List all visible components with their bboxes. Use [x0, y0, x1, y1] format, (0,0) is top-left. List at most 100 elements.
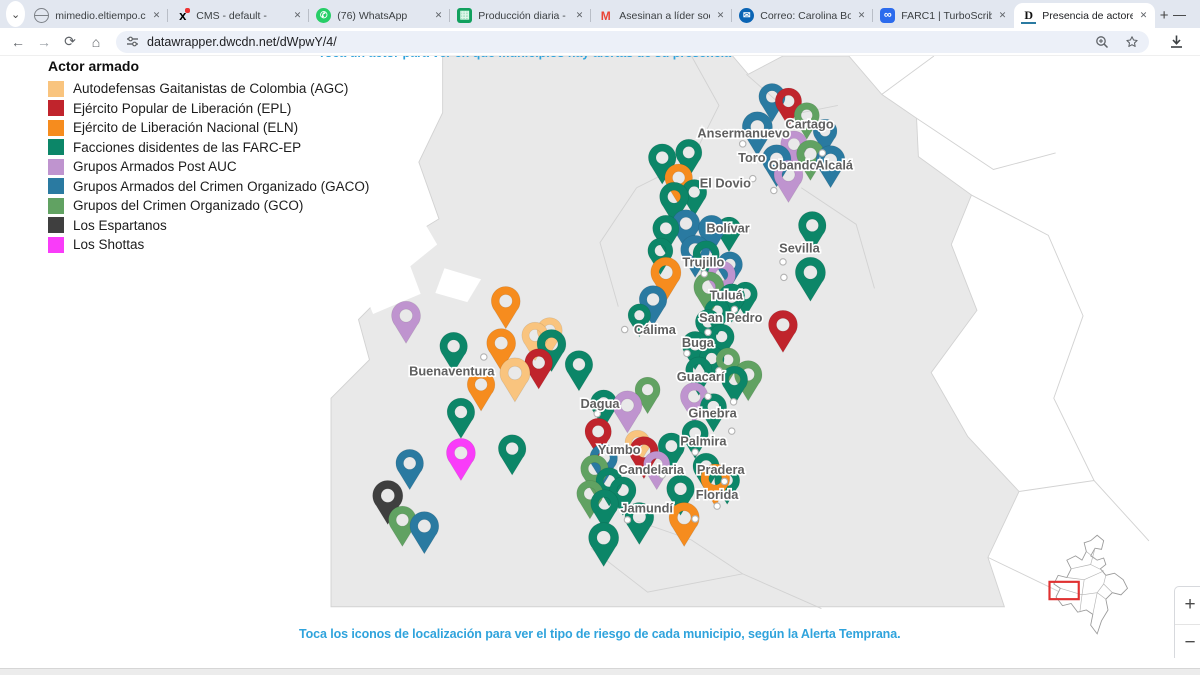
legend-label: Facciones disidentes de las FARC-EP	[73, 140, 301, 155]
site-info-icon[interactable]	[126, 35, 139, 48]
legend-item-farc[interactable]: Facciones disidentes de las FARC-EP	[48, 138, 369, 158]
municipality-dot	[622, 326, 628, 332]
browser-toolbar: ← → ⟳ ⌂ datawrapper.dwcdn.net/dWpwY/4/	[0, 28, 1200, 56]
municipality-dot	[624, 517, 630, 523]
legend-swatch	[48, 178, 64, 194]
download-icon[interactable]	[1169, 34, 1184, 49]
turboscribe-favicon-icon: ∞	[880, 8, 895, 23]
xlogo-favicon-icon: x	[175, 8, 190, 23]
page-bottom-bar	[0, 668, 1200, 675]
new-tab-button[interactable]: +	[1155, 3, 1173, 27]
municipality-label: Dagua	[580, 396, 620, 411]
legend-swatch	[48, 159, 64, 175]
legend-swatch	[48, 237, 64, 253]
tab-title: FARC1 | TurboScribe	[901, 10, 991, 22]
municipality-label: Alcalá	[815, 157, 854, 172]
browser-tab[interactable]: ✉Correo: Carolina Bohorqu✕	[732, 3, 873, 28]
municipality-dot	[819, 150, 825, 156]
legend-label: Los Espartanos	[73, 218, 167, 233]
municipality-label: Buenaventura	[409, 363, 495, 378]
municipality-label: Bolívar	[706, 221, 749, 236]
tab-close-icon[interactable]: ✕	[716, 9, 726, 22]
municipality-label: Buga	[682, 335, 715, 350]
municipality-label: Toro	[738, 150, 766, 165]
municipality-dot	[781, 274, 787, 280]
legend-label: Ejército Popular de Liberación (EPL)	[73, 101, 291, 116]
municipality-dot	[701, 271, 707, 277]
legend-label: Grupos Armados del Crimen Organizado (GA…	[73, 179, 369, 194]
legend-item-esp[interactable]: Los Espartanos	[48, 216, 369, 236]
colombia-outline	[1054, 535, 1128, 634]
zoom-out-button[interactable]: −	[1175, 624, 1200, 659]
tab-close-icon[interactable]: ✕	[857, 9, 867, 22]
municipality-dot	[740, 141, 746, 147]
tab-title: Correo: Carolina Bohorqu	[760, 10, 850, 22]
legend-item-eln[interactable]: Ejército de Liberación Nacional (ELN)	[48, 118, 369, 138]
browser-tab[interactable]: ∞ FARC1 | TurboScribe ✕	[873, 3, 1014, 28]
home-button[interactable]: ⌂	[84, 30, 108, 54]
legend-item-gco[interactable]: Grupos del Crimen Organizado (GCO)	[48, 196, 369, 216]
legend-label: Ejército de Liberación Nacional (ELN)	[73, 120, 298, 135]
top-annotation: Toca un actor para ver en qué municipios…	[318, 56, 731, 60]
municipality-dot	[730, 399, 736, 405]
map-zoom-control: + −	[1174, 586, 1200, 658]
legend-item-gaco[interactable]: Grupos Armados del Crimen Organizado (GA…	[48, 177, 369, 197]
tab-title: mimedio.eltiempo.com.co	[55, 10, 145, 22]
legend-item-agc[interactable]: Autodefensas Gaitanistas de Colombia (AG…	[48, 79, 369, 99]
datawrapper-favicon-icon: D	[1021, 7, 1036, 24]
tab-close-icon[interactable]: ✕	[575, 9, 585, 22]
municipality-label: Florida	[696, 487, 740, 502]
tab-title: (76) WhatsApp	[337, 10, 427, 22]
legend-label: Autodefensas Gaitanistas de Colombia (AG…	[73, 81, 348, 96]
municipality-dot	[714, 503, 720, 509]
legend-label: Los Shottas	[73, 237, 144, 252]
bookmark-star-icon[interactable]	[1125, 35, 1139, 49]
browser-tab[interactable]: ▦ Producción diaria - Hojas ✕	[450, 3, 591, 28]
reload-button[interactable]: ⟳	[58, 30, 82, 54]
municipality-label: Obando	[769, 157, 818, 172]
browser-tab[interactable]: xCMS - default -✕	[168, 3, 309, 28]
tab-close-icon[interactable]: ✕	[434, 9, 444, 22]
globe-favicon-icon	[34, 8, 49, 23]
tab-close-icon[interactable]: ✕	[152, 9, 162, 22]
municipality-dot	[771, 187, 777, 193]
zoom-in-button[interactable]: +	[1175, 587, 1200, 624]
tab-title: Producción diaria - Hojas	[478, 10, 568, 22]
municipality-label: Candelaria	[619, 462, 685, 477]
legend-item-epl[interactable]: Ejército Popular de Liberación (EPL)	[48, 99, 369, 119]
browser-tab-strip: ⌄ mimedio.eltiempo.com.co✕xCMS - default…	[0, 0, 1200, 28]
legend-item-pauc[interactable]: Grupos Armados Post AUC	[48, 157, 369, 177]
municipality-label: Trujillo	[682, 254, 724, 269]
bottom-annotation: Toca los iconos de localización para ver…	[299, 627, 900, 641]
back-button[interactable]: ←	[6, 30, 30, 54]
legend-swatch	[48, 217, 64, 233]
tab-title: Asesinan a líder social en	[619, 10, 709, 22]
legend: Actor armado Autodefensas Gaitanistas de…	[48, 58, 369, 255]
browser-tab[interactable]: mimedio.eltiempo.com.co ✕	[27, 3, 168, 28]
browser-tab[interactable]: ✆(76) WhatsApp✕	[309, 3, 450, 28]
legend-swatch	[48, 198, 64, 214]
tab-close-icon[interactable]: ✕	[1139, 9, 1149, 22]
browser-tab[interactable]: MAsesinan a líder social en✕	[591, 3, 732, 28]
legend-swatch	[48, 100, 64, 116]
municipality-label: Ginebra	[688, 405, 737, 420]
municipality-dot	[780, 259, 786, 265]
municipality-label: Guacarí	[677, 369, 725, 384]
legend-item-sho[interactable]: Los Shottas	[48, 235, 369, 255]
tab-close-icon[interactable]: ✕	[293, 9, 303, 22]
zoom-page-icon[interactable]	[1095, 35, 1109, 49]
municipality-dot	[721, 478, 727, 484]
legend-label: Grupos del Crimen Organizado (GCO)	[73, 198, 303, 213]
municipality-dot	[481, 354, 487, 360]
forward-button[interactable]: →	[32, 30, 56, 54]
municipality-dot	[692, 516, 698, 522]
tab-search-icon[interactable]: ⌄	[6, 1, 25, 27]
window-minimize-button[interactable]: —	[1173, 7, 1186, 22]
municipality-label: San Pedro	[699, 310, 762, 325]
address-bar[interactable]: datawrapper.dwcdn.net/dWpwY/4/	[116, 31, 1149, 53]
municipality-dot	[594, 411, 600, 417]
browser-tab[interactable]: DPresencia de actores arma✕	[1014, 3, 1155, 28]
sheets-favicon-icon: ▦	[457, 8, 472, 23]
municipality-label: Palmira	[680, 434, 727, 449]
tab-close-icon[interactable]: ✕	[998, 9, 1008, 22]
